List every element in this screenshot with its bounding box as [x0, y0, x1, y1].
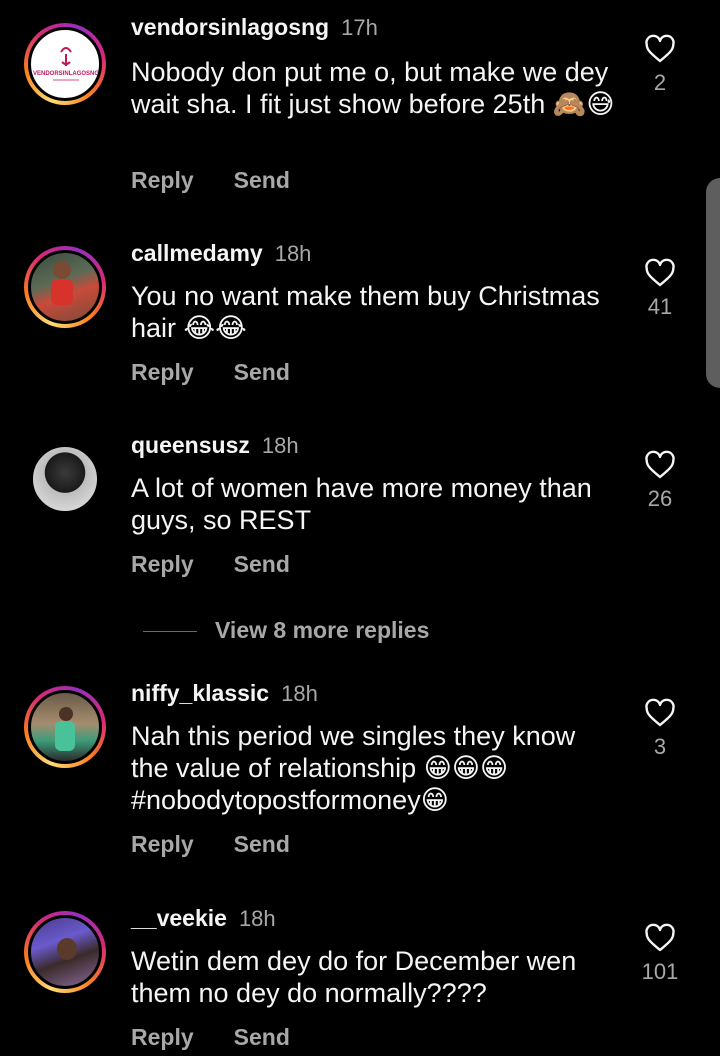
send-button[interactable]: Send: [234, 1024, 290, 1050]
reply-button[interactable]: Reply: [131, 831, 194, 857]
like-button[interactable]: 26: [640, 450, 680, 512]
timestamp: 18h: [238, 906, 276, 931]
like-count: 26: [647, 486, 673, 511]
comment-item: niffy_klassic 18h Nah this period we sing…: [0, 670, 720, 870]
avatar[interactable]: [24, 438, 106, 520]
like-count: 2: [653, 70, 667, 95]
like-button[interactable]: 2: [640, 34, 680, 96]
comment-actions: Reply Send: [131, 1024, 330, 1051]
like-button[interactable]: 3: [640, 698, 680, 760]
scroll-handle[interactable]: [706, 178, 720, 388]
vendor-logo-icon: VENDORSINLAGOSNG: [33, 47, 99, 81]
logo-text: VENDORSINLAGOSNG: [33, 71, 99, 77]
avatar[interactable]: [24, 911, 106, 993]
timestamp: 18h: [281, 681, 318, 706]
view-more-label[interactable]: View 8 more replies: [215, 617, 429, 644]
heart-outline-icon[interactable]: [644, 258, 676, 288]
like-count: 101: [641, 959, 679, 984]
avatar[interactable]: VENDORSINLAGOSNG: [24, 23, 106, 105]
send-button[interactable]: Send: [234, 359, 290, 385]
reply-button[interactable]: Reply: [131, 167, 194, 193]
like-count: 41: [647, 294, 673, 319]
like-button[interactable]: 101: [640, 923, 680, 985]
like-button[interactable]: 41: [640, 258, 680, 320]
heart-outline-icon[interactable]: [644, 450, 676, 480]
username[interactable]: __veekie 18h: [131, 905, 276, 932]
comment-actions: Reply Send: [131, 831, 330, 858]
timestamp: 18h: [261, 433, 299, 458]
username[interactable]: queensusz 18h: [131, 432, 299, 459]
reply-button[interactable]: Reply: [131, 551, 194, 577]
reply-button[interactable]: Reply: [131, 1024, 194, 1050]
comment-text: Nobody don put me o, but make we dey wai…: [131, 57, 615, 119]
like-count: 3: [653, 734, 667, 759]
reply-button[interactable]: Reply: [131, 359, 194, 385]
heart-outline-icon[interactable]: [644, 698, 676, 728]
heart-outline-icon[interactable]: [644, 923, 676, 953]
comment-actions: Reply Send: [131, 167, 330, 194]
avatar[interactable]: [24, 246, 106, 328]
username[interactable]: vendorsinlagosng 17h: [131, 14, 378, 41]
comment-actions: Reply Send: [131, 359, 330, 386]
username[interactable]: niffy_klassic 18h: [131, 680, 318, 707]
comment-actions: Reply Send: [131, 551, 330, 578]
send-button[interactable]: Send: [234, 167, 290, 193]
divider: [143, 631, 197, 632]
comment-item: VENDORSINLAGOSNG vendorsinlagosng 17h Nob…: [0, 0, 720, 210]
send-button[interactable]: Send: [234, 551, 290, 577]
comment-item: callmedamy 18h You no want make them buy …: [0, 230, 720, 400]
comment-text: You no want make them buy Christmas hair…: [131, 281, 600, 343]
timestamp: 18h: [274, 241, 312, 266]
comment-text: Nah this period we singles they know the…: [131, 721, 576, 815]
username[interactable]: callmedamy 18h: [131, 240, 311, 267]
timestamp: 17h: [341, 15, 378, 40]
comment-item: queensusz 18h A lot of women have more mo…: [0, 422, 720, 592]
comment-text: Wetin dem dey do for December wen them n…: [131, 946, 577, 1008]
comment-item: __veekie 18h Wetin dem dey do for Decembe…: [0, 895, 720, 1056]
comment-text: A lot of women have more money than guys…: [131, 473, 592, 535]
heart-outline-icon[interactable]: [644, 34, 676, 64]
avatar[interactable]: [24, 686, 106, 768]
send-button[interactable]: Send: [234, 831, 290, 857]
